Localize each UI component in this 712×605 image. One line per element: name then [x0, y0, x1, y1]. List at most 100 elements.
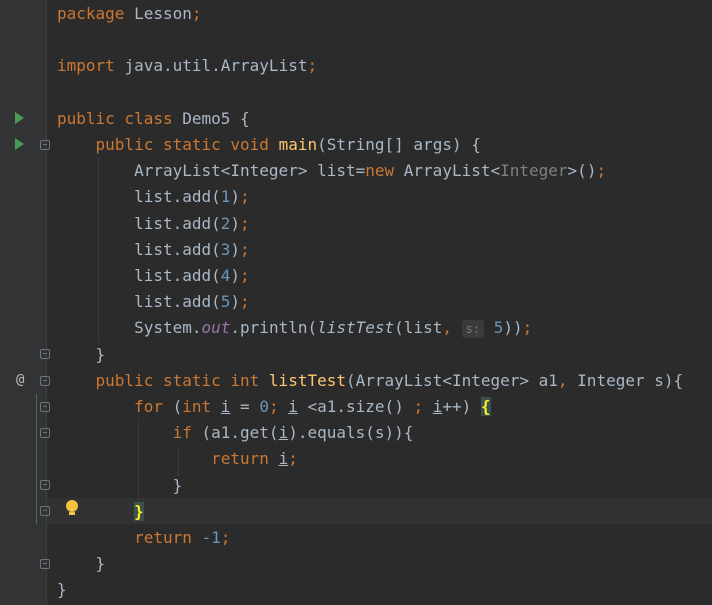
code-token: ).equals(s)){ [288, 423, 414, 443]
code-line[interactable]: } [57, 499, 144, 525]
code-line[interactable]: } [57, 551, 106, 577]
code-line[interactable]: list.add(3); [57, 237, 250, 263]
code-token: 1 [220, 187, 231, 207]
code-line[interactable]: return -1; [57, 525, 230, 551]
code-line[interactable]: } [57, 577, 67, 603]
code-token: ) [230, 187, 241, 207]
code-token: return [134, 528, 202, 547]
fold-end-listtest-icon[interactable] [40, 559, 50, 569]
code-token: ) [230, 213, 241, 233]
code-line[interactable]: import java.util.ArrayList; [57, 53, 317, 79]
code-token: System. [57, 318, 202, 338]
current-line-highlight [47, 498, 712, 524]
code-line[interactable]: list.add(2); [57, 211, 250, 237]
code-line[interactable]: for (int i = 0; i <a1.size() ; i++) { [57, 394, 491, 420]
code-token: i [278, 449, 289, 469]
code-token: } [57, 344, 106, 364]
code-line[interactable]: ArrayList<Integer> list=new ArrayList<In… [57, 158, 606, 184]
code-token: list.add( [57, 187, 221, 207]
code-token: list.add( [57, 213, 221, 233]
code-token: (String[] args) { [317, 135, 481, 154]
code-token: ; [240, 187, 250, 207]
code-token: Integer s){ [577, 370, 684, 390]
code-token: list.add( [57, 239, 221, 259]
fold-listtest-icon[interactable] [40, 376, 50, 386]
code-token: (ArrayList<Integer> a1 [345, 370, 558, 390]
code-line[interactable]: public static void main(String[] args) { [57, 132, 481, 158]
code-token: i [432, 397, 443, 416]
code-token: ++) [442, 397, 481, 416]
code-token: .println( [230, 318, 318, 338]
code-token: ; [288, 449, 298, 469]
fold-end-main-icon[interactable] [40, 349, 50, 359]
code-line[interactable]: list.add(4); [57, 263, 250, 289]
code-token: int [182, 397, 221, 416]
code-token: ; [240, 266, 250, 285]
code-token: ArrayList< [403, 161, 501, 181]
code-line[interactable]: public class Demo5 { [57, 106, 250, 132]
code-token: if [172, 423, 202, 443]
code-token: } [57, 554, 106, 574]
fold-end-for-icon[interactable] [40, 506, 50, 516]
code-line[interactable]: package Lesson; [57, 1, 202, 27]
code-token: )) [503, 318, 523, 338]
code-token: public static int [95, 370, 269, 390]
code-token: java.util.ArrayList [124, 56, 308, 76]
code-token: list.add( [57, 266, 221, 285]
code-line[interactable]: } [57, 473, 183, 499]
code-token: 5 [220, 292, 231, 312]
run-class-icon[interactable] [15, 112, 24, 124]
code-token: for [134, 397, 173, 416]
code-token: >() [567, 161, 597, 181]
code-token: { [480, 397, 491, 416]
code-token: import [57, 56, 125, 76]
code-token: ( [172, 397, 183, 416]
code-token: } [57, 475, 183, 495]
code-token: } [57, 580, 67, 600]
code-token: new [365, 161, 404, 181]
code-line[interactable]: list.add(5); [57, 289, 250, 315]
fold-end-if-icon[interactable] [40, 480, 50, 490]
code-line[interactable]: System.out.println(listTest(list, s: 5))… [57, 315, 532, 341]
code-token: ; [596, 161, 607, 181]
code-token: Integer [500, 161, 568, 181]
code-token: out [201, 318, 231, 338]
code-line[interactable]: return i; [57, 446, 298, 472]
code-token: ; [522, 318, 533, 338]
code-token: ; [413, 397, 433, 416]
fold-if-icon[interactable] [40, 428, 50, 438]
code-line[interactable]: } [57, 342, 106, 368]
override-marker-icon[interactable]: @ [16, 372, 24, 388]
code-token: Demo5 { [182, 108, 250, 128]
code-token: (a1.get( [201, 423, 279, 443]
code-token: ) [230, 239, 241, 259]
code-token: ) [230, 266, 241, 285]
code-token: i [288, 397, 298, 416]
code-token: = [230, 397, 260, 416]
code-token: public class [57, 108, 183, 128]
code-token: ; [220, 528, 231, 547]
fold-for-icon[interactable] [40, 402, 50, 412]
vcs-change-marker[interactable] [36, 394, 37, 524]
code-token: public static void [95, 135, 279, 154]
code-token: (list [394, 318, 443, 338]
code-token: i [278, 423, 289, 443]
code-line[interactable]: list.add(1); [57, 184, 250, 210]
code-token: package [57, 4, 135, 23]
code-line[interactable]: public static int listTest(ArrayList<Int… [57, 368, 684, 394]
code-token: main [278, 135, 318, 154]
code-token: ArrayList<Integer> list= [57, 161, 366, 181]
run-main-icon[interactable] [15, 138, 24, 150]
code-token: ; [307, 56, 318, 76]
parameter-hint: s: [461, 319, 485, 338]
code-line[interactable]: if (a1.get(i).equals(s)){ [57, 420, 414, 446]
fold-main-icon[interactable] [40, 140, 50, 150]
code-token: <a1.size() [297, 397, 414, 416]
code-token: listTest [268, 370, 346, 390]
